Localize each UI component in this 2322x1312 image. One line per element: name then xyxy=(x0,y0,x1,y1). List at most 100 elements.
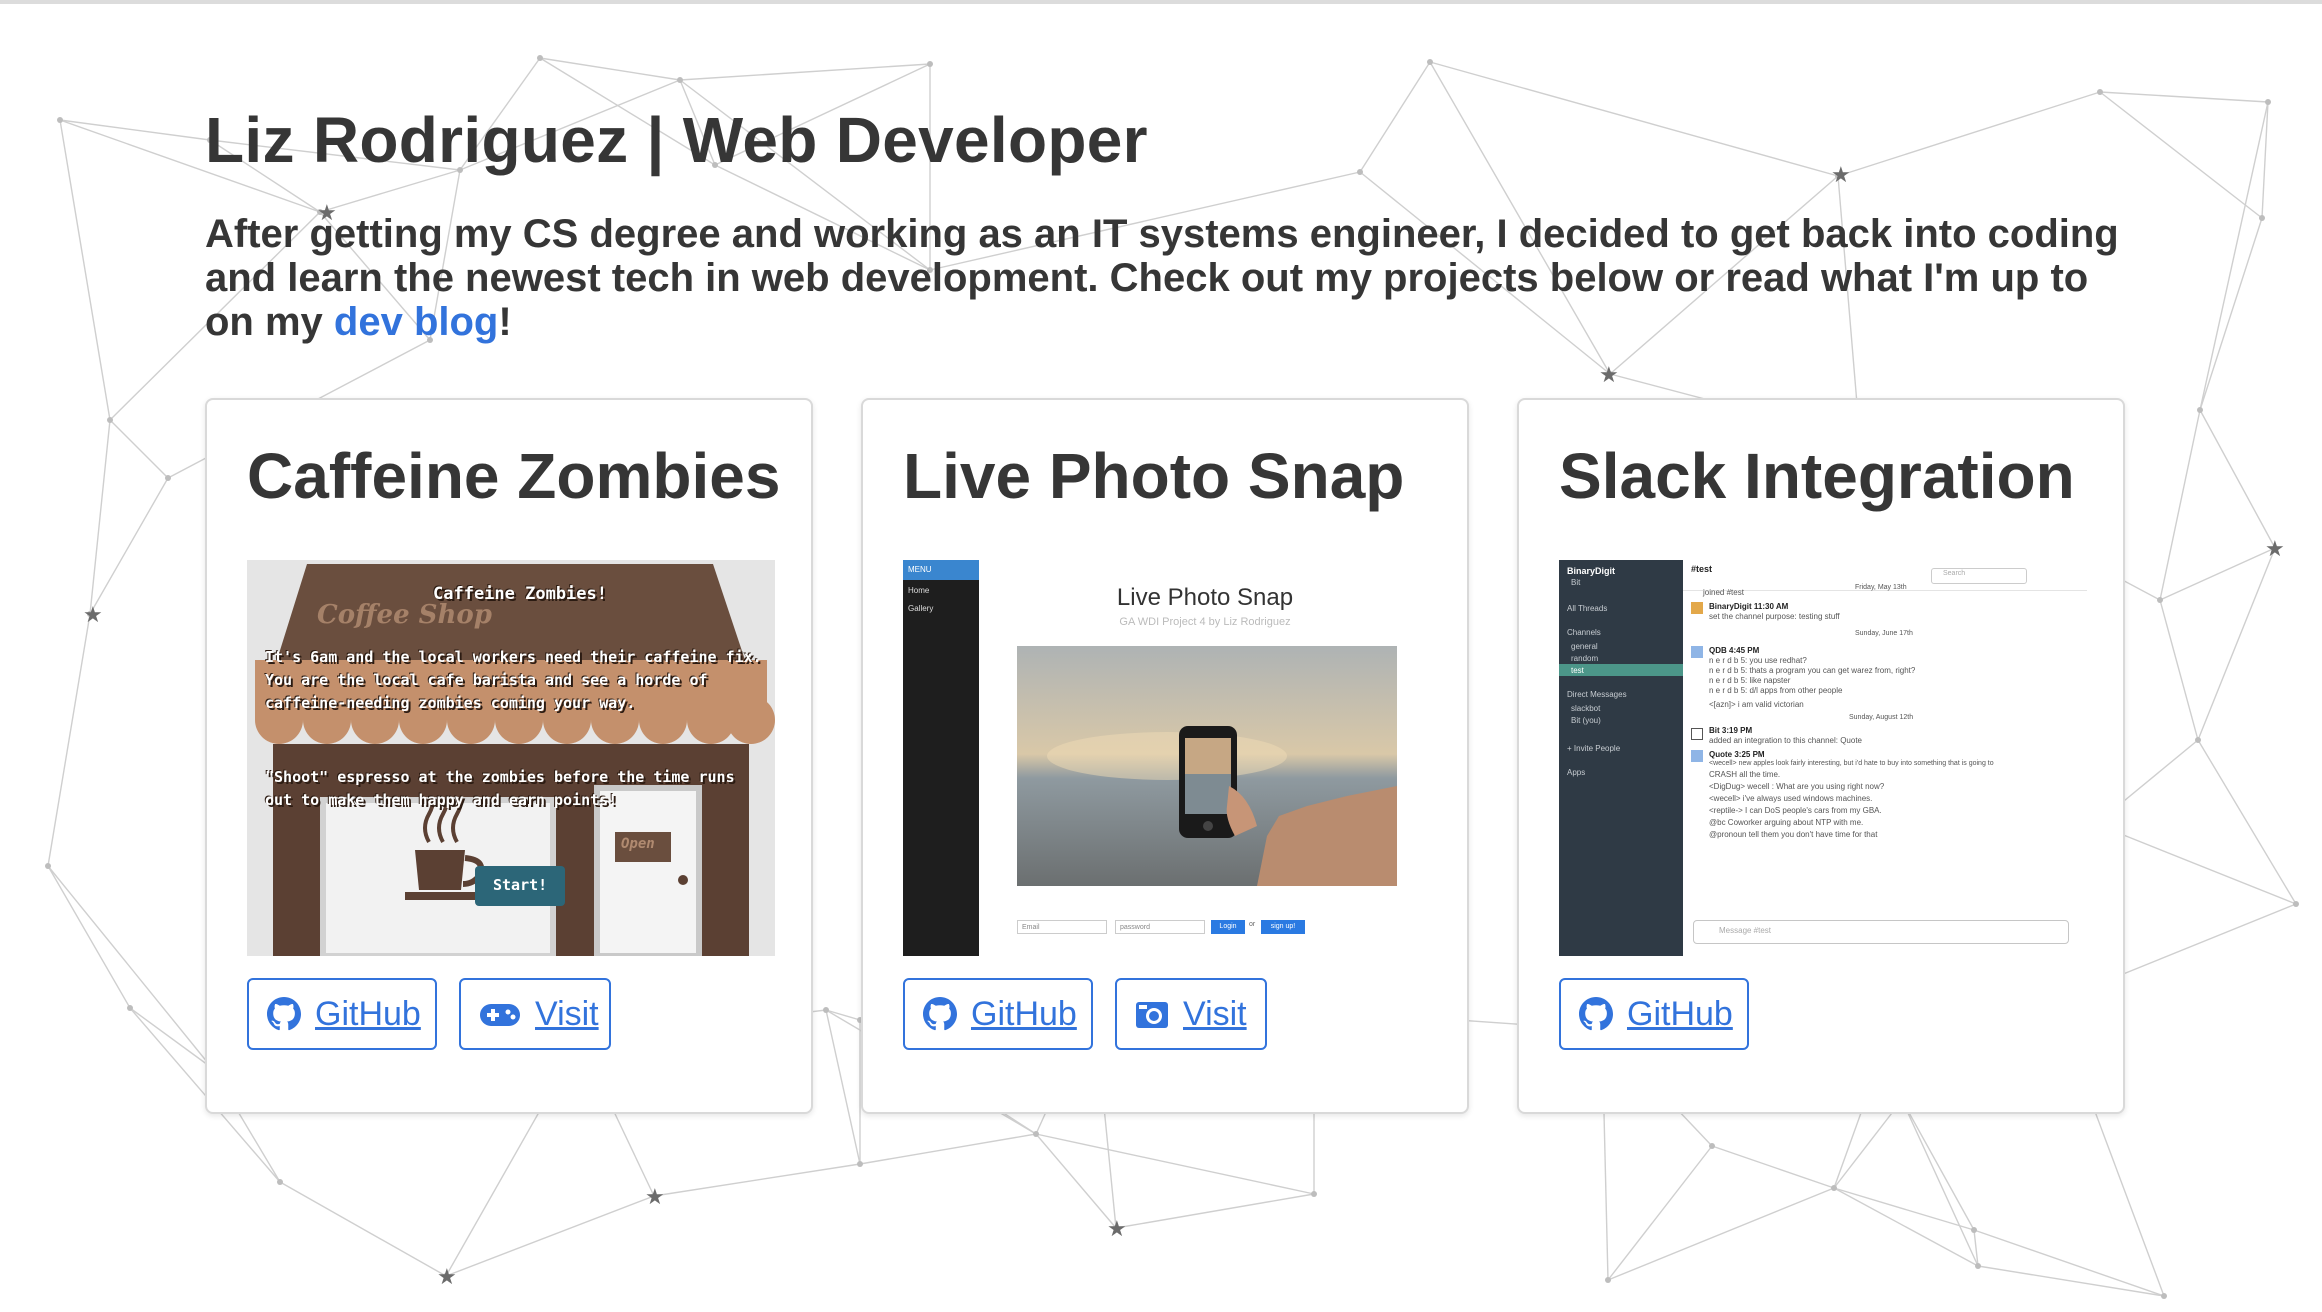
slack-msg-9: Bit 3:19 PM xyxy=(1709,726,1753,735)
camera-icon xyxy=(1135,997,1169,1031)
network-node xyxy=(1709,1143,1715,1149)
intro-end: ! xyxy=(498,300,512,344)
network-star: ★ xyxy=(645,1185,665,1210)
slack-msg-3: QDB 4:45 PM xyxy=(1709,646,1760,655)
network-line xyxy=(653,1163,861,1197)
github-button[interactable]: GitHub xyxy=(903,978,1093,1050)
slack-avatar-quote xyxy=(1691,750,1703,762)
project-screenshot-caffeine-zombies: Coffee Shop Caffeine Zombies! It's 6am a… xyxy=(247,560,775,956)
slack-msg-2: set the channel purpose: testing stuff xyxy=(1709,612,1840,621)
slack-dm-label: Direct Messages xyxy=(1567,690,1627,699)
slack-msg-11: Quote 3:25 PM xyxy=(1709,750,1765,759)
github-button-label: GitHub xyxy=(315,995,421,1033)
slack-msg-14: <DigDug> wecell : What are you using rig… xyxy=(1709,782,1885,791)
app-sidebar xyxy=(903,560,979,956)
visit-button[interactable]: Visit xyxy=(1115,978,1267,1050)
slack-msg-13: CRASH all the time. xyxy=(1709,770,1781,779)
app-menu-gallery: Gallery xyxy=(908,604,934,613)
github-icon xyxy=(267,997,301,1031)
slack-search-placeholder: Search xyxy=(1943,570,1966,577)
network-line xyxy=(859,1133,1037,1165)
network-line xyxy=(1833,1187,1975,1231)
network-node xyxy=(1427,59,1433,65)
network-node xyxy=(1605,1277,1611,1283)
or-label: or xyxy=(1249,921,1256,928)
project-title: Caffeine Zombies xyxy=(247,440,781,512)
top-border xyxy=(0,0,2322,4)
network-line xyxy=(47,865,131,1009)
network-line xyxy=(1973,1229,2165,1297)
slack-msg-7: n e r d b 5: d/l apps from other people xyxy=(1709,686,1843,695)
dev-blog-link[interactable]: dev blog xyxy=(334,300,498,344)
project-screenshot-slack-integration: BinaryDigit Bit All Threads Channels gen… xyxy=(1559,560,2087,956)
network-line xyxy=(1833,1187,1979,1267)
github-icon xyxy=(1579,997,1613,1031)
network-line xyxy=(2197,547,2276,741)
project-card-slack-integration: Slack Integration BinaryDigit Bit All Th… xyxy=(1517,398,2125,1114)
coffee-shop-sign: Coffee Shop xyxy=(317,600,492,630)
project-card-caffeine-zombies: Caffeine Zombies Coffee Shop Caffeine Zo… xyxy=(205,398,813,1114)
slack-msg-18: @pronoun tell them you don't have time f… xyxy=(1709,830,1878,839)
start-button-label: Start! xyxy=(493,876,548,894)
github-button[interactable]: GitHub xyxy=(1559,978,1749,1050)
project-title: Slack Integration xyxy=(1559,440,2075,512)
app-menu-home: Home xyxy=(908,586,930,595)
slack-user: Bit xyxy=(1571,578,1581,587)
project-screenshot-live-photo-snap: MENU Home Gallery Live Photo Snap GA WDI… xyxy=(903,560,1431,956)
slack-team-name: BinaryDigit xyxy=(1567,566,1616,576)
network-line xyxy=(2197,739,2297,905)
github-button-label: GitHub xyxy=(1627,995,1733,1033)
network-line xyxy=(279,1181,447,1277)
project-cards: Caffeine Zombies Coffee Shop Caffeine Zo… xyxy=(205,398,2135,1118)
slack-channel-test: test xyxy=(1571,666,1584,675)
network-line xyxy=(109,419,169,479)
slack-date-1: Friday, May 13th xyxy=(1855,584,1907,591)
network-node xyxy=(2195,737,2201,743)
network-node xyxy=(2157,597,2163,603)
github-button[interactable]: GitHub xyxy=(247,978,437,1050)
slack-channels-label: Channels xyxy=(1567,628,1601,637)
slack-channel-random: random xyxy=(1571,654,1599,663)
network-star: ★ xyxy=(83,603,103,628)
network-node xyxy=(2265,99,2271,105)
gamepad-icon xyxy=(479,997,521,1031)
slack-date-3: Sunday, August 12th xyxy=(1849,714,1914,721)
network-node xyxy=(45,863,51,869)
network-line xyxy=(2199,217,2263,411)
app-title: Live Photo Snap xyxy=(1116,584,1294,611)
network-node xyxy=(677,77,683,83)
slack-msg-10: added an integration to this channel: Qu… xyxy=(1709,736,1862,745)
network-node xyxy=(2197,407,2203,413)
network-node xyxy=(165,475,171,481)
slack-dm-bit: Bit (you) xyxy=(1571,716,1601,725)
slack-sidebar xyxy=(1559,560,1683,956)
slack-msg-17: @bc Coworker arguing about NTP with me. xyxy=(1709,818,1864,827)
slack-all-threads: All Threads xyxy=(1567,604,1608,613)
network-line xyxy=(539,57,681,81)
network-node xyxy=(1831,1185,1837,1191)
network-node xyxy=(277,1179,283,1185)
network-line xyxy=(1115,1193,1315,1229)
page-title: Liz Rodriguez | Web Developer xyxy=(205,104,1148,176)
slack-msg-12: <wecell> new apples look fairly interest… xyxy=(1709,760,1994,767)
intro-paragraph: After getting my CS degree and working a… xyxy=(205,212,2125,344)
network-node xyxy=(1033,1131,1039,1137)
network-line xyxy=(2199,101,2269,411)
slack-channel-header: #test xyxy=(1691,564,1713,574)
slack-msg-6: n e r d b 5: like napster xyxy=(1709,676,1791,685)
network-line xyxy=(1901,1099,1979,1267)
network-line xyxy=(2159,599,2199,741)
visit-button[interactable]: Visit xyxy=(459,978,611,1050)
network-node xyxy=(537,55,543,61)
network-node xyxy=(1975,1263,1981,1269)
visit-button-label: Visit xyxy=(1183,995,1247,1033)
network-line xyxy=(2261,101,2269,219)
visit-button-label: Visit xyxy=(535,995,599,1033)
network-node xyxy=(127,1005,133,1011)
network-line xyxy=(1607,1145,1713,1281)
network-line xyxy=(2199,409,2276,549)
network-node xyxy=(1971,1227,1977,1233)
slack-msg-0: joined #test xyxy=(1703,588,1744,597)
project-title: Live Photo Snap xyxy=(903,440,1405,512)
network-star: ★ xyxy=(1599,363,1619,388)
